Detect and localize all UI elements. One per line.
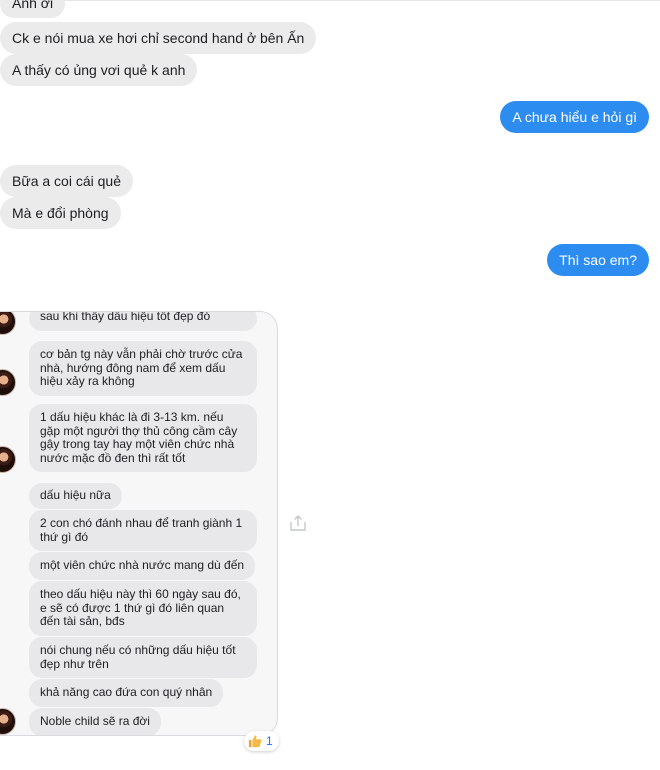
screenshot-message-text: theo dấu hiệu này thì 60 ngày sau đó, e …	[40, 587, 241, 628]
screenshot-message: 2 con chó đánh nhau để tranh giành 1 thứ…	[29, 510, 257, 551]
message-incoming[interactable]: Anh ơi	[0, 0, 66, 18]
message-incoming[interactable]: A thấy có ủng vơi quẻ k anh	[0, 54, 198, 86]
screenshot-message: cơ bản tg này vẫn phải chờ trước cửa nhà…	[29, 341, 257, 396]
reaction-badge[interactable]: 1	[244, 731, 279, 751]
message-incoming[interactable]: Ck e nói mua xe hơi chỉ second hand ở bê…	[0, 22, 317, 54]
screenshot-message: dấu hiệu nữa	[29, 483, 122, 509]
message-text: A chưa hiểu e hỏi gì	[512, 109, 637, 125]
screenshot-message: một viên chức nhà nước mang dù đến	[29, 552, 255, 580]
screenshot-message-text: nói chung nếu có những dấu hiệu tốt đẹp …	[40, 643, 236, 671]
message-outgoing[interactable]: A chưa hiểu e hỏi gì	[500, 101, 649, 133]
screenshot-message-text: sau khi thấy dấu hiệu tốt đẹp đó	[40, 311, 211, 323]
message-text: Anh ơi	[12, 0, 54, 11]
screenshot-message: nói chung nếu có những dấu hiệu tốt đẹp …	[29, 637, 257, 678]
screenshot-message-text: khả năng cao đứa con quý nhân	[40, 685, 213, 699]
thumbs-up-icon	[248, 735, 262, 748]
screenshot-message: 1 dấu hiệu khác là đi 3-13 km. nếu gặp m…	[29, 404, 257, 472]
reaction-count: 1	[266, 734, 273, 748]
screenshot-message: khả năng cao đứa con quý nhân	[29, 679, 224, 707]
top-divider	[0, 0, 660, 1]
avatar	[0, 446, 16, 473]
screenshot-message: Noble child sẽ ra đời	[29, 708, 161, 735]
message-text: Bữa a coi cái quẻ	[12, 173, 121, 189]
shared-screenshot-image[interactable]: sau khi thấy dấu hiệu tốt đẹp đó cơ bản …	[0, 311, 278, 736]
screenshot-message-text: 1 dấu hiệu khác là đi 3-13 km. nếu gặp m…	[40, 410, 238, 465]
screenshot-message-text: cơ bản tg này vẫn phải chờ trước cửa nhà…	[40, 347, 243, 388]
avatar	[0, 369, 16, 396]
screenshot-message-text: một viên chức nhà nước mang dù đến	[40, 558, 245, 572]
avatar	[0, 708, 16, 735]
message-text: Mà e đổi phòng	[12, 205, 109, 221]
message-outgoing[interactable]: Thì sao em?	[547, 244, 649, 276]
share-icon[interactable]	[288, 513, 308, 533]
message-incoming[interactable]: Bữa a coi cái quẻ	[0, 165, 133, 197]
screenshot-message-text: Noble child sẽ ra đời	[40, 714, 150, 728]
screenshot-message-text: dấu hiệu nữa	[40, 488, 111, 502]
message-incoming[interactable]: Mà e đổi phòng	[0, 197, 121, 229]
avatar	[0, 312, 16, 335]
message-text: A thấy có ủng vơi quẻ k anh	[12, 62, 186, 78]
screenshot-message: sau khi thấy dấu hiệu tốt đẹp đó	[29, 311, 257, 331]
message-text: Thì sao em?	[559, 252, 637, 268]
screenshot-message-text: 2 con chó đánh nhau để tranh giành 1 thứ…	[40, 516, 243, 544]
screenshot-message: theo dấu hiệu này thì 60 ngày sau đó, e …	[29, 581, 257, 636]
message-text: Ck e nói mua xe hơi chỉ second hand ở bê…	[12, 30, 305, 46]
